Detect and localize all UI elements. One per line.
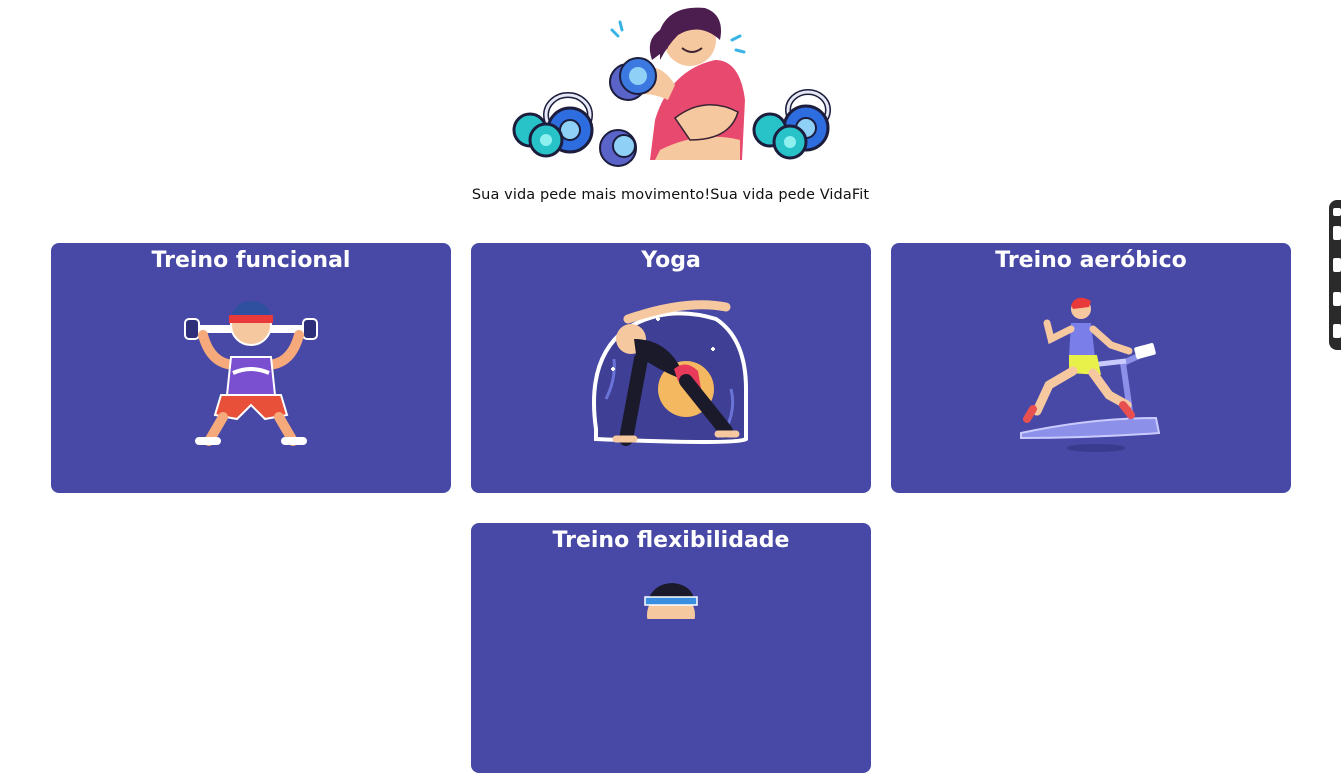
right-kettlebell-icon <box>752 89 831 160</box>
card-title: Treino aeróbico <box>995 248 1187 273</box>
card-treino-flexibilidade[interactable]: Treino flexibilidade <box>471 523 871 773</box>
left-kettlebell-icon <box>512 92 594 158</box>
hero-fitness-illustration <box>512 7 831 167</box>
aerobic-treadmill-illustration <box>1020 297 1161 452</box>
card-treino-aerobico[interactable]: Treino aeróbico <box>891 243 1291 493</box>
woman-lifting-dumbbell <box>599 7 746 167</box>
card-yoga[interactable]: Yoga <box>471 243 871 493</box>
widget-icon-1[interactable] <box>1333 208 1341 216</box>
card-title: Yoga <box>641 248 701 273</box>
card-treino-funcional[interactable]: Treino funcional <box>51 243 451 493</box>
side-extension-widget[interactable] <box>1329 200 1341 350</box>
yoga-illustration <box>592 300 748 446</box>
functional-training-illustration <box>184 300 318 446</box>
tagline: Sua vida pede mais movimento!Sua vida pe… <box>471 187 870 203</box>
widget-icon-4[interactable] <box>1333 292 1341 306</box>
widget-icon-3[interactable] <box>1333 258 1341 272</box>
flexibility-illustration <box>644 583 698 619</box>
widget-icon-2[interactable] <box>1333 226 1341 240</box>
card-title: Treino flexibilidade <box>552 528 790 553</box>
widget-icon-5[interactable] <box>1333 324 1341 338</box>
card-title: Treino funcional <box>151 248 351 273</box>
